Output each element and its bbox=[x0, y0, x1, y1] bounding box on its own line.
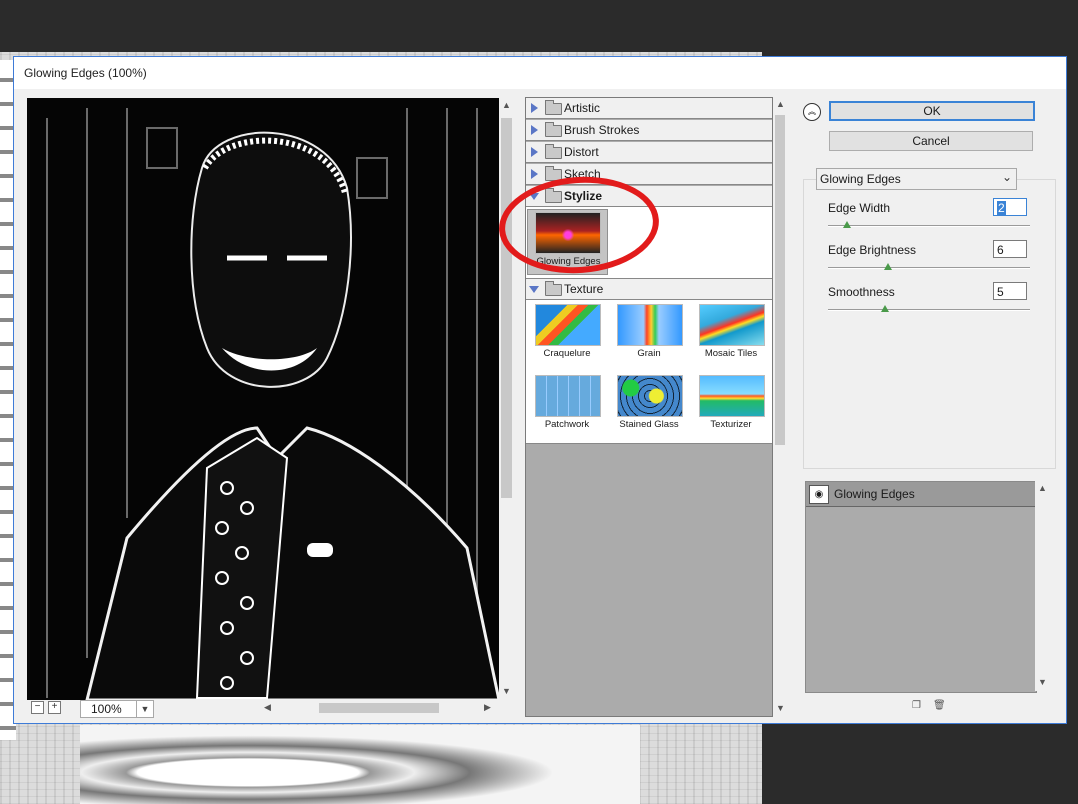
smoothness-input[interactable]: 5 bbox=[993, 282, 1027, 300]
filter-preview-image bbox=[699, 375, 765, 417]
edge-brightness-value: 6 bbox=[997, 243, 1004, 257]
zoom-in-button[interactable]: + bbox=[48, 701, 61, 714]
scroll-up-icon[interactable]: ▲ bbox=[1038, 483, 1047, 493]
filter-thumb-grain[interactable]: Grain bbox=[612, 302, 684, 366]
folder-icon bbox=[545, 281, 562, 296]
cancel-button[interactable]: Cancel bbox=[829, 131, 1033, 151]
category-label: Texture bbox=[564, 282, 604, 296]
preview-horizontal-scrollbar[interactable]: ◀ ▶ bbox=[264, 701, 494, 715]
trash-icon[interactable]: 🗑 bbox=[933, 700, 946, 711]
edge-width-input[interactable]: 2 bbox=[993, 198, 1027, 216]
expand-icon bbox=[531, 169, 538, 179]
window-title: Glowing Edges (100%) bbox=[24, 66, 147, 80]
filter-thumb-patchwork[interactable]: Patchwork bbox=[530, 373, 602, 437]
folder-icon bbox=[545, 122, 562, 137]
filter-category-distort[interactable]: Distort bbox=[526, 142, 772, 163]
edge-width-label: Edge Width bbox=[828, 201, 891, 215]
zoom-value: 100% bbox=[91, 702, 122, 716]
edge-brightness-slider-knob[interactable] bbox=[884, 263, 892, 270]
zoom-select[interactable]: 100% ▼ bbox=[80, 700, 154, 718]
category-label: Distort bbox=[564, 145, 599, 159]
filter-thumb-stained-glass[interactable]: Stained Glass bbox=[612, 373, 684, 437]
scroll-right-icon[interactable]: ▶ bbox=[484, 702, 491, 713]
filter-preview-image bbox=[699, 304, 765, 346]
scroll-left-icon[interactable]: ◀ bbox=[264, 702, 271, 713]
smoothness-slider[interactable] bbox=[828, 309, 1030, 311]
folder-icon bbox=[545, 144, 562, 159]
filter-thumb-texturizer[interactable]: Texturizer bbox=[694, 373, 766, 437]
filter-select[interactable]: Glowing Edges ⌄ bbox=[816, 168, 1017, 190]
zoom-out-button[interactable]: − bbox=[31, 701, 44, 714]
scroll-down-icon[interactable]: ▼ bbox=[1038, 677, 1047, 687]
filter-settings-panel bbox=[803, 179, 1056, 469]
effect-layers-panel: ◉ Glowing Edges bbox=[805, 481, 1037, 693]
smoothness-label: Smoothness bbox=[828, 285, 895, 299]
edge-width-slider-knob[interactable] bbox=[843, 221, 851, 228]
effect-layers-scrollbar[interactable]: ▲ ▼ bbox=[1035, 481, 1049, 691]
filter-preview-image bbox=[535, 304, 601, 346]
preview-vertical-scrollbar[interactable]: ▲ ▼ bbox=[499, 98, 514, 700]
collapse-icon bbox=[529, 286, 539, 293]
expand-icon bbox=[531, 147, 538, 157]
filter-thumb-label: Grain bbox=[637, 348, 661, 359]
filter-category-brush-strokes[interactable]: Brush Strokes bbox=[526, 120, 772, 141]
eye-icon[interactable]: ◉ bbox=[809, 485, 829, 504]
expand-icon bbox=[531, 125, 538, 135]
scroll-up-icon[interactable]: ▲ bbox=[502, 100, 511, 110]
smoothness-slider-knob[interactable] bbox=[881, 305, 889, 312]
filter-thumb-label: Patchwork bbox=[544, 419, 590, 430]
texture-thumbnails: Craquelure Grain Mosaic Tiles Patchwork … bbox=[526, 300, 772, 444]
filter-category-artistic[interactable]: Artistic bbox=[526, 98, 772, 119]
filter-preview-image bbox=[617, 375, 683, 417]
edge-width-slider[interactable] bbox=[828, 225, 1030, 227]
filter-thumb-craquelure[interactable]: Craquelure bbox=[530, 302, 602, 366]
category-label: Brush Strokes bbox=[564, 123, 640, 137]
preview-image bbox=[27, 98, 499, 700]
filter-thumb-label: Texturizer bbox=[710, 419, 752, 430]
ok-button[interactable]: OK bbox=[829, 101, 1035, 121]
scroll-down-icon[interactable]: ▼ bbox=[502, 686, 511, 696]
scroll-thumb[interactable] bbox=[501, 118, 512, 498]
filter-select-value: Glowing Edges bbox=[820, 172, 901, 186]
smoothness-value: 5 bbox=[997, 285, 1004, 299]
edge-width-value: 2 bbox=[997, 201, 1006, 215]
scroll-thumb[interactable] bbox=[775, 115, 785, 445]
effect-layer-row[interactable]: ◉ Glowing Edges bbox=[806, 482, 1036, 507]
edge-brightness-input[interactable]: 6 bbox=[993, 240, 1027, 258]
filter-preview-image bbox=[617, 304, 683, 346]
expand-icon bbox=[531, 103, 538, 113]
filter-thumb-mosaic-tiles[interactable]: Mosaic Tiles bbox=[694, 302, 766, 366]
preview-canvas[interactable] bbox=[27, 98, 499, 700]
folder-icon bbox=[545, 100, 562, 115]
filter-preview-image bbox=[535, 375, 601, 417]
filter-thumb-label: Craquelure bbox=[543, 348, 591, 359]
edge-brightness-label: Edge Brightness bbox=[828, 243, 917, 257]
edge-brightness-slider[interactable] bbox=[828, 267, 1030, 269]
new-effect-layer-icon[interactable]: ❐ bbox=[911, 700, 922, 711]
category-label: Artistic bbox=[564, 101, 600, 115]
filter-thumb-label: Mosaic Tiles bbox=[704, 348, 758, 359]
chevron-down-icon[interactable]: ▼ bbox=[136, 701, 153, 717]
scroll-up-icon[interactable]: ▲ bbox=[776, 99, 785, 109]
scroll-down-icon[interactable]: ▼ bbox=[776, 703, 785, 713]
chevron-down-icon[interactable]: ⌄ bbox=[1002, 170, 1012, 184]
filter-category-texture[interactable]: Texture bbox=[526, 279, 772, 300]
filter-thumb-label: Stained Glass bbox=[619, 419, 679, 430]
title-bar: Glowing Edges (100%) bbox=[14, 57, 1066, 89]
collapse-gallery-button[interactable]: ︽ bbox=[803, 103, 821, 121]
filter-list-scrollbar[interactable]: ▲ ▼ bbox=[773, 97, 787, 717]
background-image-arms bbox=[80, 725, 640, 804]
scroll-thumb[interactable] bbox=[319, 703, 439, 713]
effect-layer-label: Glowing Edges bbox=[834, 487, 915, 501]
